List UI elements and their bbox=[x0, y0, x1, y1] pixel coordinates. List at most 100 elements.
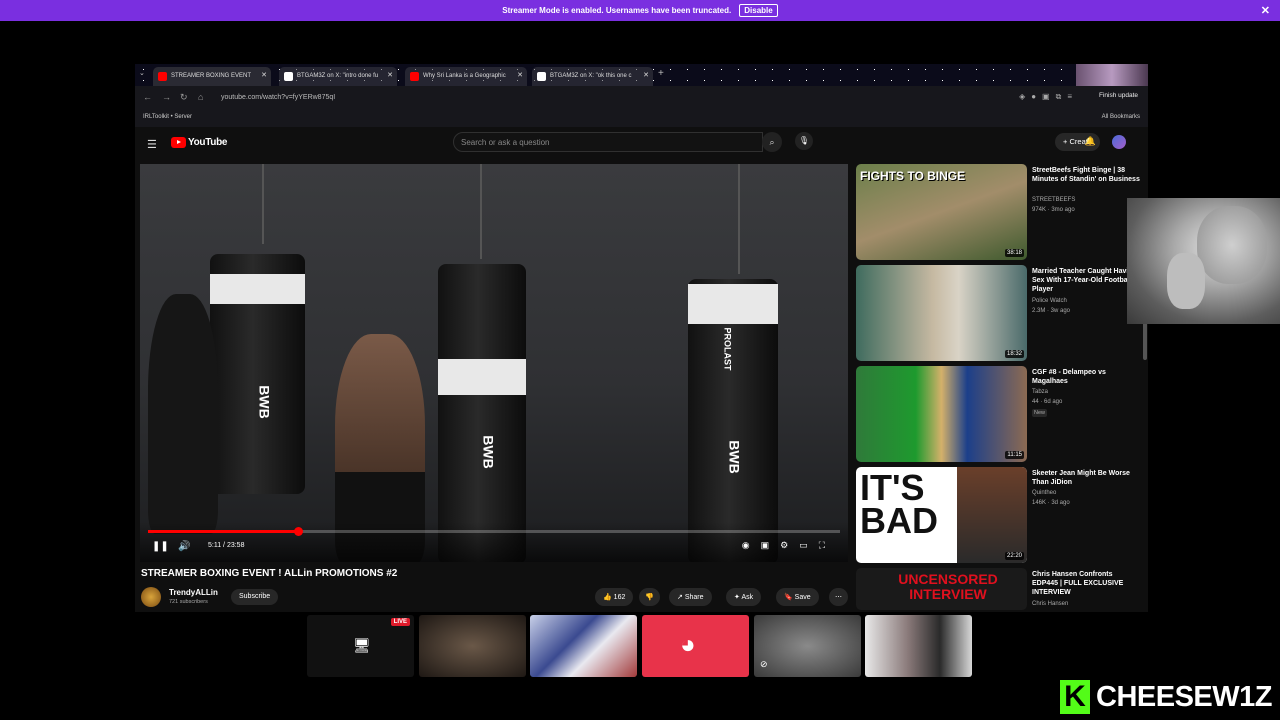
recommendation-title[interactable]: Married Teacher Caught Having Sex With 1… bbox=[1032, 267, 1140, 294]
recommendation-channel[interactable]: Tabza bbox=[1032, 389, 1048, 395]
stream-tile-game[interactable] bbox=[530, 615, 637, 677]
recommendation-channel[interactable]: Chris Hansen bbox=[1032, 601, 1068, 607]
recommendation-item[interactable]: UNCENSORED INTERVIEW Chris Hansen Confro… bbox=[856, 568, 1141, 610]
account-avatar[interactable] bbox=[1112, 135, 1126, 149]
browser-toolbar: ← → ↻ ⌂ youtube.com/watch?v=fyYERw875qI … bbox=[135, 86, 1148, 109]
video-duration: 11:15 bbox=[1005, 451, 1024, 459]
ask-button[interactable]: ✦ Ask bbox=[726, 588, 762, 606]
youtube-favicon-icon bbox=[158, 72, 167, 81]
close-tab-icon[interactable]: ✕ bbox=[387, 71, 393, 79]
punching-bag-right: PROLAST BWB bbox=[688, 279, 778, 562]
like-count: 162 bbox=[613, 594, 626, 601]
youtube-play-icon bbox=[171, 137, 186, 148]
channel-avatar[interactable] bbox=[141, 587, 161, 607]
progress-fill bbox=[148, 530, 299, 533]
tab-label: STREAMER BOXING EVENT bbox=[171, 73, 252, 79]
save-label: Save bbox=[794, 594, 811, 601]
video-duration: 22:20 bbox=[1004, 552, 1024, 560]
recommendation-item[interactable]: FIGHTS TO BINGE 38:18 StreetBeefs Fight … bbox=[856, 164, 1141, 260]
video-thumbnail[interactable]: 11:15 bbox=[856, 366, 1027, 462]
volume-icon[interactable]: 🔊 bbox=[178, 541, 190, 552]
player-controls: ❚❚ 🔊 5:11 / 23:58 ◉▣⚙▭⛶ bbox=[140, 522, 848, 562]
microphone-icon[interactable]: 🎙 bbox=[795, 132, 813, 150]
recommendation-meta: 146K · 3d ago bbox=[1032, 500, 1070, 506]
extension-icons[interactable]: ◈●▣⧉≡ bbox=[1019, 92, 1078, 102]
progress-bar[interactable] bbox=[148, 527, 840, 536]
notifications-bell-icon[interactable]: 🔔 bbox=[1085, 136, 1096, 147]
tab-x-post-2[interactable]: BTGAM3Z on X: "ok this one c ✕ bbox=[532, 67, 653, 86]
close-tab-icon[interactable]: ✕ bbox=[261, 71, 267, 79]
more-actions-button[interactable]: ⋯ bbox=[829, 588, 848, 606]
channel-name[interactable]: TrendyALLin bbox=[169, 588, 218, 597]
close-tab-icon[interactable]: ✕ bbox=[517, 71, 523, 79]
bag-brand: BWB bbox=[256, 385, 273, 419]
youtube-header: ☰ YouTube Search or ask a question ⌕ 🎙 +… bbox=[135, 127, 1148, 159]
pause-icon[interactable]: ❚❚ bbox=[152, 541, 169, 552]
webcam-hand bbox=[1167, 253, 1205, 309]
stream-tile-room[interactable] bbox=[865, 615, 972, 677]
forward-icon[interactable]: → bbox=[162, 92, 171, 102]
search-input[interactable]: Search or ask a question bbox=[453, 132, 763, 152]
menu-icon[interactable]: ☰ bbox=[147, 138, 157, 151]
stream-tile-cam-off[interactable]: ⊘ bbox=[754, 615, 861, 677]
bookmark-irltoolkit[interactable]: IRLToolkit • Server bbox=[143, 114, 192, 120]
tab-x-post-1[interactable]: BTGAM3Z on X: "intro done fu ✕ bbox=[279, 67, 397, 86]
disable-streamer-mode-button[interactable]: Disable bbox=[739, 4, 778, 17]
recommendation-channel[interactable]: Quintheo bbox=[1032, 490, 1056, 496]
address-bar[interactable]: youtube.com/watch?v=fyYERw875qI bbox=[215, 89, 935, 106]
punching-bag-center: BWB bbox=[438, 264, 526, 562]
share-label: Share bbox=[684, 594, 704, 601]
video-thumbnail[interactable]: FIGHTS TO BINGE 38:18 bbox=[856, 164, 1027, 260]
tab-sri-lanka[interactable]: Why Sri Lanka is a Geographic ✕ bbox=[405, 67, 527, 86]
video-thumbnail[interactable]: IT'S BAD 22:20 bbox=[856, 467, 1027, 563]
video-thumbnail[interactable]: UNCENSORED INTERVIEW bbox=[856, 568, 1027, 610]
recommendation-item[interactable]: 18:32 Married Teacher Caught Having Sex … bbox=[856, 265, 1141, 361]
recommendation-title[interactable]: Skeeter Jean Might Be Worse Than JiDion bbox=[1032, 469, 1140, 487]
recommendation-title[interactable]: StreetBeefs Fight Binge | 38 Minutes of … bbox=[1032, 166, 1140, 184]
scrubber-handle[interactable] bbox=[294, 527, 304, 536]
tab-streamer-boxing[interactable]: STREAMER BOXING EVENT ✕ bbox=[153, 67, 271, 86]
video-thumbnail[interactable]: 18:32 bbox=[856, 265, 1027, 361]
dislike-button[interactable]: 👎 bbox=[639, 588, 660, 606]
stream-tile-camera[interactable] bbox=[419, 615, 526, 677]
save-button[interactable]: 🔖 Save bbox=[776, 588, 819, 606]
recommendation-meta: 44 · 6d ago bbox=[1032, 399, 1063, 405]
share-button[interactable]: ↗ Share bbox=[669, 588, 712, 606]
finish-update-button[interactable]: Finish update bbox=[1099, 92, 1138, 99]
subscribe-button[interactable]: Subscribe bbox=[231, 589, 279, 605]
back-icon[interactable]: ← bbox=[143, 92, 152, 102]
bag-brand: PROLAST bbox=[722, 327, 733, 371]
youtube-logo[interactable]: YouTube bbox=[171, 137, 228, 148]
close-banner-icon[interactable]: ✕ bbox=[1261, 4, 1270, 17]
like-button[interactable]: 👍 162 bbox=[595, 588, 634, 606]
webcam-face bbox=[1197, 206, 1267, 284]
stream-tile-screen[interactable]: 🖥 LIVE bbox=[307, 615, 414, 677]
youtube-logo-text: YouTube bbox=[188, 137, 228, 148]
recommendation-channel[interactable]: Police Watch bbox=[1032, 298, 1067, 304]
youtube-favicon-icon bbox=[410, 72, 419, 81]
live-badge: LIVE bbox=[390, 618, 410, 626]
new-tab-button[interactable]: + bbox=[658, 68, 664, 79]
browser-window: ⌄ STREAMER BOXING EVENT ✕ BTGAM3Z on X: … bbox=[135, 64, 1148, 612]
ask-label: Ask bbox=[741, 594, 754, 601]
video-duration: 18:32 bbox=[1004, 350, 1024, 358]
recommendation-channel[interactable]: STREETBEEFS bbox=[1032, 197, 1075, 203]
recommendation-item[interactable]: IT'S BAD 22:20 Skeeter Jean Might Be Wor… bbox=[856, 467, 1141, 563]
search-icon[interactable]: ⌕ bbox=[762, 132, 782, 152]
reload-icon[interactable]: ↻ bbox=[180, 92, 188, 103]
recommendation-item[interactable]: 11:15 CGF #8 - Delampeo vs Magalhaes Tab… bbox=[856, 366, 1141, 462]
player-right-controls[interactable]: ◉▣⚙▭⛶ bbox=[742, 540, 836, 551]
tab-search-icon[interactable]: ⌄ bbox=[139, 69, 145, 77]
bag-band bbox=[210, 274, 305, 304]
all-bookmarks-button[interactable]: All Bookmarks bbox=[1102, 114, 1140, 120]
stream-tile-discord[interactable]: ◕ bbox=[642, 615, 749, 677]
home-icon[interactable]: ⌂ bbox=[198, 92, 203, 102]
streamer-name: CHEESEW1Z bbox=[1096, 680, 1272, 713]
recommendation-title[interactable]: CGF #8 - Delampeo vs Magalhaes bbox=[1032, 368, 1140, 386]
punching-bag-left: BWB bbox=[210, 254, 305, 494]
bag-brand: BWB bbox=[726, 440, 743, 474]
recommendation-title[interactable]: Chris Hansen Confronts EDP445 | FULL EXC… bbox=[1032, 570, 1140, 597]
close-tab-icon[interactable]: ✕ bbox=[643, 71, 649, 79]
video-player[interactable]: BWB BWB PROLAST BWB ❚❚ 🔊 5:11 / 23:58 ◉▣… bbox=[140, 164, 848, 562]
bag-chain bbox=[480, 164, 482, 259]
